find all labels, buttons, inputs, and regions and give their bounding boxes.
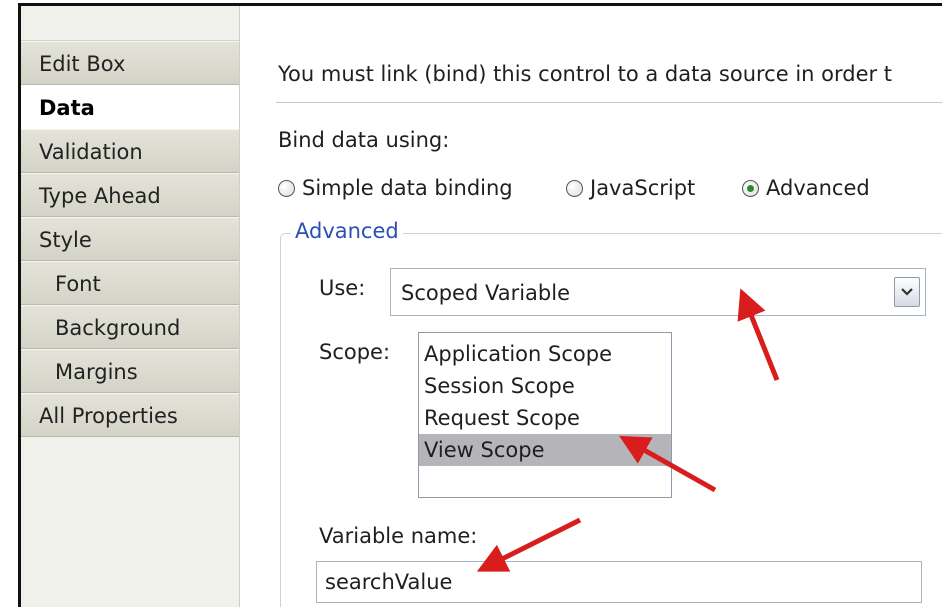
radio-button-icon — [742, 179, 759, 197]
use-dropdown[interactable]: Scoped Variable — [390, 268, 926, 316]
sidebar-item-data[interactable]: Data — [21, 85, 239, 129]
sidebar-item-background[interactable]: Background — [21, 305, 239, 349]
advanced-legend: Advanced — [291, 219, 403, 243]
sidebar-item-style[interactable]: Style — [21, 217, 239, 261]
scope-option-view[interactable]: View Scope — [419, 434, 671, 466]
radio-simple-data-binding[interactable]: Simple data binding — [278, 174, 513, 202]
radio-advanced[interactable]: Advanced — [742, 174, 870, 202]
sidebar-top-spacer — [21, 6, 239, 41]
bind-data-label: Bind data using: — [278, 128, 450, 152]
radio-button-icon — [566, 179, 583, 197]
radio-label: Simple data binding — [302, 176, 513, 200]
sidebar-item-edit-box[interactable]: Edit Box — [21, 41, 239, 85]
scope-label: Scope: — [319, 340, 391, 364]
radio-label: Advanced — [766, 176, 870, 200]
sidebar-item-validation[interactable]: Validation — [21, 129, 239, 173]
sidebar-item-font[interactable]: Font — [21, 261, 239, 305]
use-label: Use: — [319, 276, 366, 300]
properties-sidebar: Edit Box Data Validation Type Ahead Styl… — [21, 6, 240, 607]
properties-panel: Edit Box Data Validation Type Ahead Styl… — [18, 3, 942, 607]
sidebar-item-type-ahead[interactable]: Type Ahead — [21, 173, 239, 217]
scope-option-session[interactable]: Session Scope — [419, 370, 671, 402]
scope-listbox[interactable]: Application Scope Session Scope Request … — [418, 332, 672, 498]
divider — [276, 102, 942, 103]
scope-option-application[interactable]: Application Scope — [419, 338, 671, 370]
chevron-down-icon[interactable] — [894, 277, 920, 307]
radio-button-icon — [278, 179, 295, 197]
intro-text: You must link (bind) this control to a d… — [278, 62, 893, 86]
scope-option-request[interactable]: Request Scope — [419, 402, 671, 434]
sidebar-item-margins[interactable]: Margins — [21, 349, 239, 393]
use-dropdown-value: Scoped Variable — [401, 281, 571, 305]
variable-name-label: Variable name: — [319, 524, 478, 548]
sidebar-item-all-properties[interactable]: All Properties — [21, 393, 239, 437]
variable-name-input[interactable] — [316, 561, 922, 603]
radio-label: JavaScript — [590, 176, 696, 200]
radio-javascript[interactable]: JavaScript — [566, 174, 695, 202]
data-tab-content: You must link (bind) this control to a d… — [240, 6, 942, 607]
